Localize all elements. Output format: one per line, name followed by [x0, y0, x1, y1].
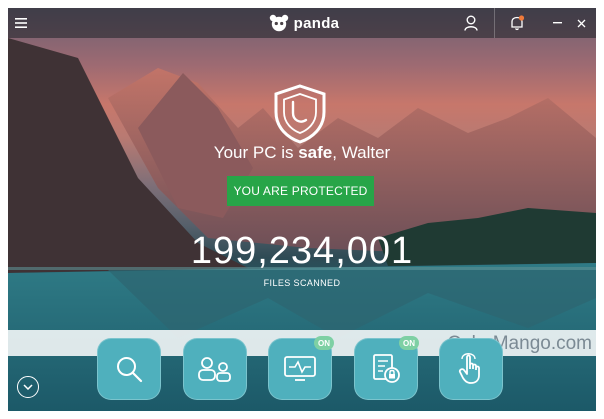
files-scanned-label: FILES SCANNED: [263, 278, 341, 288]
shield-icon: [274, 84, 326, 144]
close-icon[interactable]: [572, 8, 590, 38]
hamburger-menu-icon[interactable]: [8, 8, 34, 38]
expand-chevron-down-icon[interactable]: [17, 376, 39, 398]
protection-headline: Your PC is safe, Walter: [8, 143, 596, 163]
headline-prefix: Your PC is: [213, 143, 299, 162]
notifications-bell-icon[interactable]: [504, 8, 530, 38]
you-are-protected-button[interactable]: YOU ARE PROTECTED: [227, 176, 374, 206]
document-lock-icon: [373, 354, 400, 383]
brand-name: panda: [293, 14, 340, 32]
family-control-feature-button[interactable]: [183, 338, 247, 400]
minimize-icon[interactable]: [548, 8, 566, 38]
search-icon: [117, 357, 143, 383]
data-shield-on-badge: ON: [399, 336, 419, 350]
monitor-activity-icon: [284, 356, 316, 381]
headline-user: , Walter: [332, 143, 391, 162]
title-divider: [494, 8, 495, 38]
panda-logo: panda: [264, 8, 344, 38]
files-scanned-count: 199,234,001: [190, 230, 414, 272]
scan-feature-button[interactable]: [97, 338, 161, 400]
touch-hand-icon: [458, 353, 480, 384]
panda-dome-window: panda Your PC is safe, Walter YOU ARE PR…: [8, 8, 596, 411]
account-icon[interactable]: [456, 8, 486, 38]
panda-head-icon: [269, 14, 288, 32]
title-bar: panda: [8, 8, 596, 38]
tap-feature-button[interactable]: [439, 338, 503, 400]
headline-status-word: safe: [298, 143, 333, 162]
users-icon: [198, 357, 231, 382]
monitor-on-badge: ON: [314, 336, 334, 350]
